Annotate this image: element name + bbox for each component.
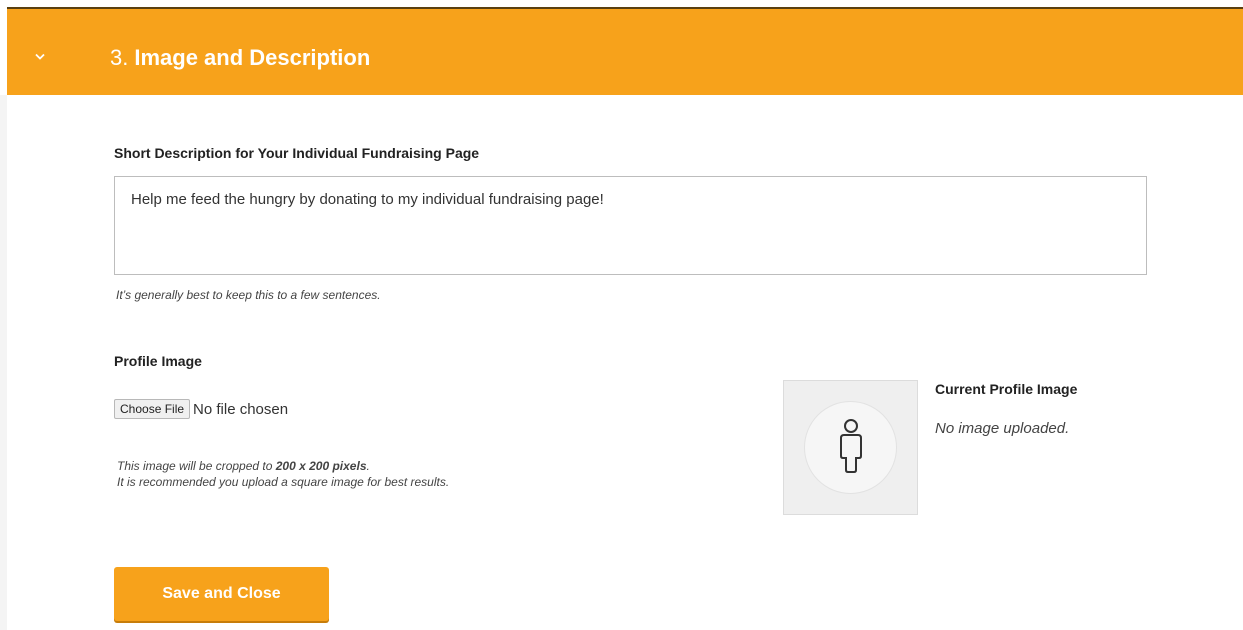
choose-file-button[interactable]: Choose File [114,399,191,419]
section-number: 3. [110,45,129,70]
no-file-chosen-text: No file chosen [193,400,289,418]
profile-image-label: Profile Image [114,353,202,369]
save-and-close-button[interactable]: Save and Close [114,567,329,621]
avatar-placeholder [804,401,897,494]
description-label: Short Description for Your Individual Fu… [114,145,480,161]
current-profile-image-label: Current Profile Image [935,381,1078,397]
left-edge-strip [0,95,7,630]
chevron-down-icon[interactable] [35,53,45,63]
crop-hint: This image will be cropped to 200 x 200 … [117,459,370,473]
file-input[interactable]: Choose File No file chosen [114,399,288,419]
crop-hint-suffix: . [366,459,370,473]
recommend-hint: It is recommended you upload a square im… [117,475,450,489]
section-title-text: Image and Description [134,45,371,70]
crop-hint-size: 200 x 200 pixels [275,459,367,473]
current-profile-image-status: No image uploaded. [935,420,1070,437]
crop-hint-prefix: This image will be cropped to [117,459,276,473]
section-title: 3. Image and Description [110,45,370,71]
profile-image-preview [783,380,918,515]
description-textarea[interactable]: Help me feed the hungry by donating to m… [114,176,1147,275]
page: 3. Image and Description Short Descriptio… [0,0,1243,630]
person-icon [840,419,862,473]
section-header[interactable]: 3. Image and Description [7,7,1243,95]
description-hint: It’s generally best to keep this to a fe… [116,288,381,302]
